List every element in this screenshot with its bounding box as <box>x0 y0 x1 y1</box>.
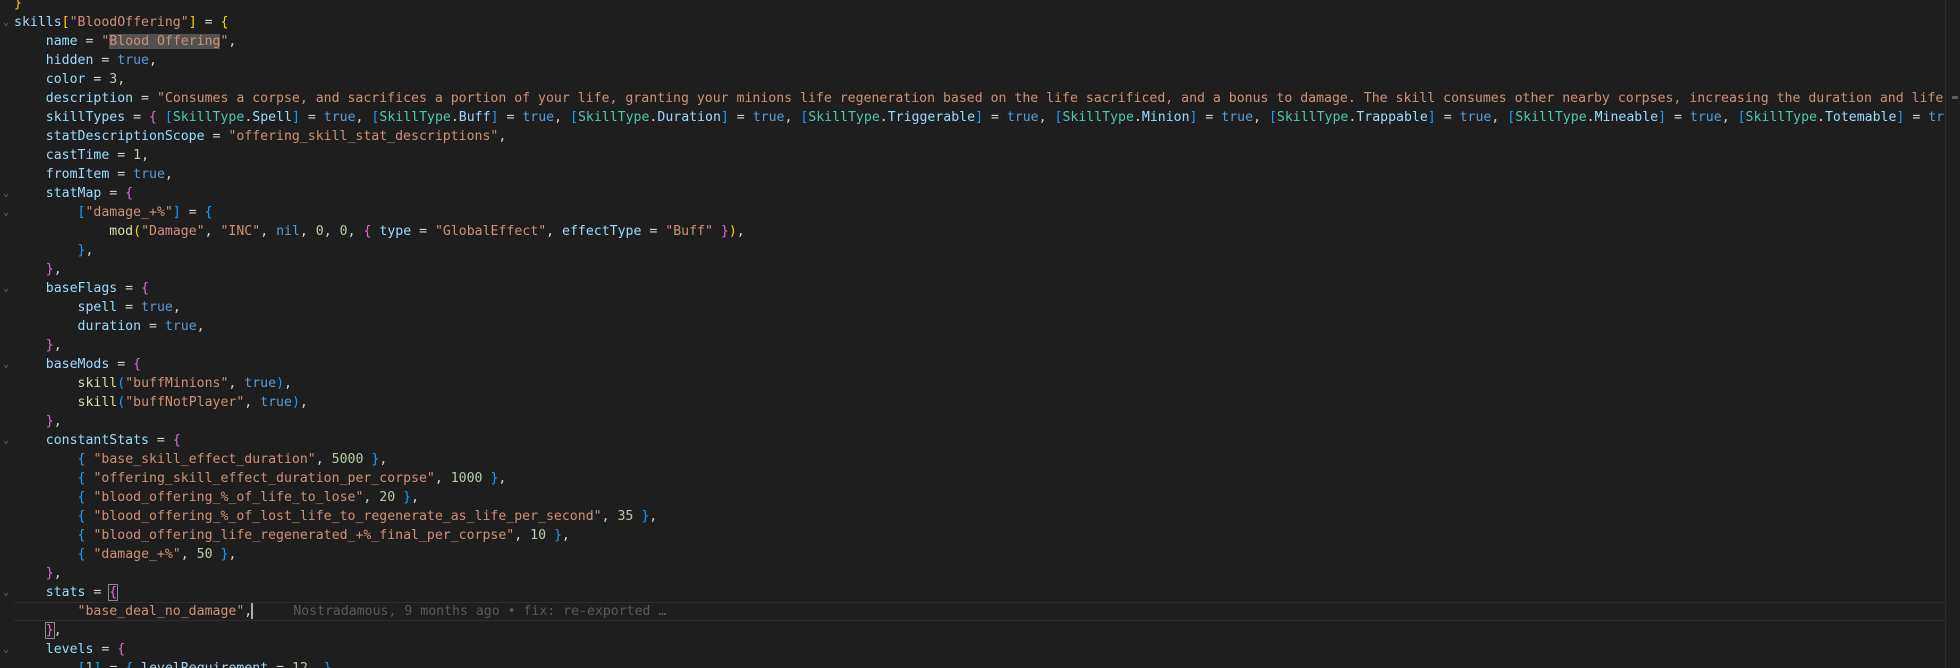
code-line[interactable]: mod("Damage", "INC", nil, 0, 0, { type =… <box>14 222 1960 241</box>
code-line[interactable]: baseMods = { <box>14 355 1960 374</box>
fold-chevron-icon[interactable]: ⌄ <box>1 13 11 32</box>
code-line[interactable]: }, <box>14 336 1960 355</box>
code-line[interactable]: spell = true, <box>14 298 1960 317</box>
fold-chevron-icon[interactable]: ⌄ <box>1 203 11 222</box>
code-line[interactable]: }, <box>14 260 1960 279</box>
code-line[interactable]: { "blood_offering_%_of_lost_life_to_rege… <box>14 507 1960 526</box>
code-line[interactable]: }, <box>14 564 1960 583</box>
code-line[interactable]: skillTypes = { [SkillType.Spell] = true,… <box>14 108 1960 127</box>
code-line[interactable]: { "base_skill_effect_duration", 5000 }, <box>14 450 1960 469</box>
code-line[interactable]: skills["BloodOffering"] = { <box>14 13 1960 32</box>
code-line[interactable]: levels = { <box>14 640 1960 659</box>
code-line[interactable]: { "blood_offering_life_regenerated_+%_fi… <box>14 526 1960 545</box>
code-line[interactable]: fromItem = true, <box>14 165 1960 184</box>
fold-chevron-icon[interactable]: ⌄ <box>1 583 11 602</box>
code-line[interactable]: skill("buffMinions", true), <box>14 374 1960 393</box>
code-line[interactable]: }, <box>14 241 1960 260</box>
code-line[interactable]: { "damage_+%", 50 }, <box>14 545 1960 564</box>
fold-chevron-icon[interactable]: ⌄ <box>1 279 11 298</box>
code-line[interactable]: } <box>14 0 1960 13</box>
vertical-scrollbar[interactable] <box>1945 0 1960 668</box>
code-line[interactable]: }, <box>14 621 1960 640</box>
code-editor[interactable]: ⌄ ⌄ ⌄ ⌄ ⌄ ⌄ ⌄ ⌄ } skills["BloodOffering"] = { na… <box>0 0 1960 668</box>
fold-chevron-icon[interactable]: ⌄ <box>1 355 11 374</box>
fold-gutter: ⌄ ⌄ ⌄ ⌄ ⌄ ⌄ ⌄ ⌄ <box>0 0 12 668</box>
code-line[interactable]: hidden = true, <box>14 51 1960 70</box>
code-line[interactable]: stats = { <box>14 583 1960 602</box>
code-line[interactable]: duration = true, <box>14 317 1960 336</box>
code-line[interactable]: statDescriptionScope = "offering_skill_s… <box>14 127 1960 146</box>
code-line[interactable]: statMap = { <box>14 184 1960 203</box>
text-cursor <box>251 603 254 619</box>
code-lines[interactable]: } skills["BloodOffering"] = { name = "Blo… <box>14 0 1960 668</box>
code-line[interactable]: name = "Blood Offering", <box>14 32 1960 51</box>
code-line[interactable]: { "offering_skill_effect_duration_per_co… <box>14 469 1960 488</box>
code-line[interactable]: [1] = { levelRequirement = 12, }, <box>14 659 1960 668</box>
code-line[interactable]: constantStats = { <box>14 431 1960 450</box>
fold-chevron-icon[interactable]: ⌄ <box>1 640 11 659</box>
code-line[interactable]: castTime = 1, <box>14 146 1960 165</box>
overview-ruler-marker <box>1952 96 1958 99</box>
code-line[interactable]: description = "Consumes a corpse, and sa… <box>14 89 1960 108</box>
code-line[interactable]: { "blood_offering_%_of_life_to_lose", 20… <box>14 488 1960 507</box>
current-line[interactable]: "base_deal_no_damage", Nostradamous, 9 mo… <box>14 602 1960 621</box>
selected-text: Blood Offering <box>109 34 221 49</box>
code-line[interactable]: }, <box>14 412 1960 431</box>
git-blame-annotation[interactable]: Nostradamous, 9 months ago • fix: re-exp… <box>293 604 666 619</box>
code-line[interactable]: baseFlags = { <box>14 279 1960 298</box>
fold-chevron-icon[interactable]: ⌄ <box>1 431 11 450</box>
code-line[interactable]: ["damage_+%"] = { <box>14 203 1960 222</box>
code-line[interactable]: skill("buffNotPlayer", true), <box>14 393 1960 412</box>
code-line[interactable]: color = 3, <box>14 70 1960 89</box>
fold-chevron-icon[interactable]: ⌄ <box>1 184 11 203</box>
